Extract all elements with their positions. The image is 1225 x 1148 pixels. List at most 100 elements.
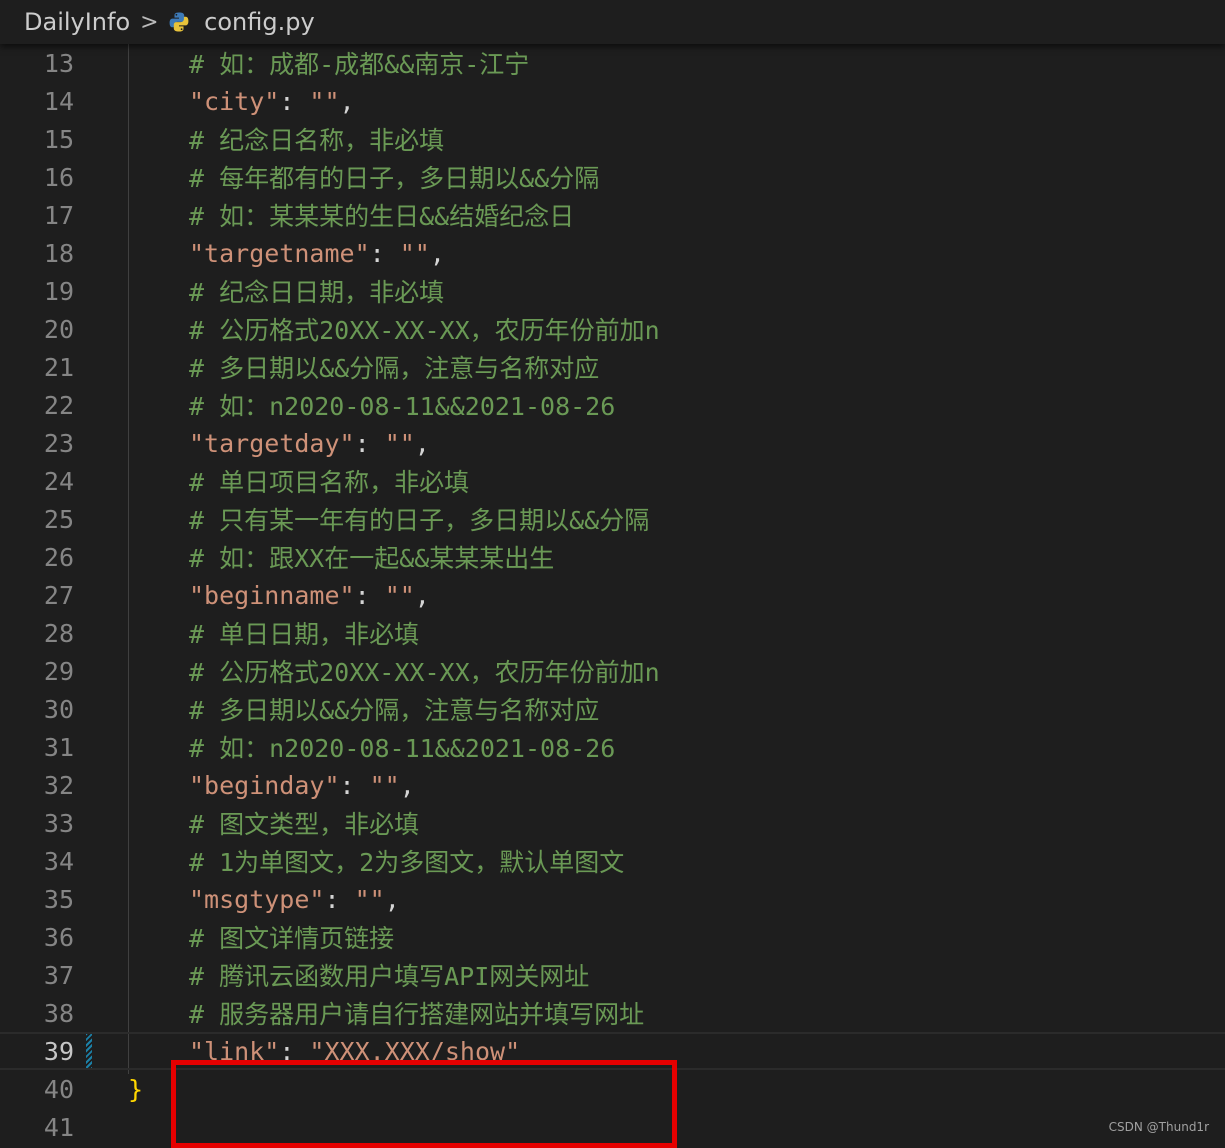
code-line[interactable]: 17 # 如：某某某的生日&&结婚纪念日: [0, 196, 1225, 234]
breadcrumb-file[interactable]: config.py: [204, 8, 315, 36]
code-content: # 公历格式20XX-XX-XX，农历年份前加n: [189, 653, 660, 689]
code-content: # 多日期以&&分隔，注意与名称对应: [189, 349, 599, 385]
code-line[interactable]: 32 "beginday": "",: [0, 766, 1225, 804]
line-number: 40: [43, 1074, 74, 1104]
dict-key: "beginday": [189, 770, 340, 800]
code-line[interactable]: 33 # 图文类型，非必填: [0, 804, 1225, 842]
code-line[interactable]: 29 # 公历格式20XX-XX-XX，农历年份前加n: [0, 652, 1225, 690]
code-line[interactable]: 25 # 只有某一年有的日子，多日期以&&分隔: [0, 500, 1225, 538]
code-line[interactable]: 14 "city": "",: [0, 82, 1225, 120]
code-content: "beginname": "",: [189, 581, 430, 610]
dict-value: "": [354, 884, 385, 914]
code-line[interactable]: 36 # 图文详情页链接: [0, 918, 1225, 956]
line-number: 39: [43, 1036, 74, 1066]
code-comment: # 纪念日日期，非必填: [189, 278, 445, 307]
code-line[interactable]: 19 # 纪念日日期，非必填: [0, 272, 1225, 310]
code-content: # 腾讯云函数用户填写API网关网址: [189, 957, 589, 993]
line-number: 36: [43, 922, 74, 952]
line-number: 21: [43, 352, 74, 382]
colon: :: [339, 770, 370, 800]
colon: :: [354, 580, 385, 610]
trailing-comma: ,: [414, 428, 430, 458]
code-comment: # 每年都有的日子，多日期以&&分隔: [189, 164, 600, 193]
line-number: 35: [43, 884, 74, 914]
colon: :: [324, 884, 355, 914]
code-content: # 如：跟XX在一起&&某某某出生: [189, 539, 554, 575]
line-number: 41: [43, 1112, 74, 1142]
code-line[interactable]: 38 # 服务器用户请自行搭建网站并填写网址: [0, 994, 1225, 1032]
code-content: # 如：n2020-08-11&&2021-08-26: [189, 387, 615, 423]
code-comment: # 单日日期，非必填: [189, 620, 420, 649]
line-number: 14: [43, 86, 74, 116]
code-line[interactable]: 26 # 如：跟XX在一起&&某某某出生: [0, 538, 1225, 576]
trailing-comma: ,: [339, 86, 355, 116]
code-content: }: [128, 1075, 143, 1104]
code-content: # 1为单图文，2为多图文，默认单图文: [189, 843, 624, 879]
dict-value: "": [399, 238, 430, 268]
line-number: 22: [43, 390, 74, 420]
line-number: 20: [43, 314, 74, 344]
code-comment: # 多日期以&&分隔，注意与名称对应: [189, 696, 600, 725]
code-content: # 如：某某某的生日&&结婚纪念日: [189, 197, 574, 233]
dict-key: "city": [189, 86, 280, 116]
code-comment: # 图文详情页链接: [189, 924, 395, 953]
code-content: "msgtype": "",: [189, 885, 400, 914]
code-comment: # 纪念日名称，非必填: [189, 126, 445, 155]
code-line[interactable]: 20 # 公历格式20XX-XX-XX，农历年份前加n: [0, 310, 1225, 348]
line-number: 37: [43, 960, 74, 990]
code-line[interactable]: 21 # 多日期以&&分隔，注意与名称对应: [0, 348, 1225, 386]
code-line[interactable]: 16 # 每年都有的日子，多日期以&&分隔: [0, 158, 1225, 196]
line-number: 29: [43, 656, 74, 686]
code-line[interactable]: 24 # 单日项目名称，非必填: [0, 462, 1225, 500]
dict-value: "": [384, 580, 415, 610]
code-editor[interactable]: 13 # 如：成都-成都&&南京-江宁 14 "city": "", 15 # 纪念日名称…: [0, 44, 1225, 1148]
code-line[interactable]: 27 "beginname": "",: [0, 576, 1225, 614]
trailing-comma: ,: [399, 770, 415, 800]
chevron-right-icon: >: [140, 9, 159, 35]
dict-key: "msgtype": [189, 884, 325, 914]
code-comment: # 腾讯云函数用户填写API网关网址: [189, 962, 590, 991]
code-content: # 如：n2020-08-11&&2021-08-26: [189, 729, 615, 765]
line-number: 27: [43, 580, 74, 610]
trailing-comma: ,: [414, 580, 430, 610]
code-content: # 单日项目名称，非必填: [189, 463, 469, 499]
line-number: 23: [43, 428, 74, 458]
dict-key: "targetday": [189, 428, 355, 458]
line-number: 17: [43, 200, 74, 230]
dict-value: "": [369, 770, 400, 800]
code-line[interactable]: 34 # 1为单图文，2为多图文，默认单图文: [0, 842, 1225, 880]
breadcrumb-folder[interactable]: DailyInfo: [24, 8, 130, 36]
code-line[interactable]: 13 # 如：成都-成都&&南京-江宁: [0, 44, 1225, 82]
code-content: "targetname": "",: [189, 239, 445, 268]
code-line[interactable]: 37 # 腾讯云函数用户填写API网关网址: [0, 956, 1225, 994]
code-comment: # 公历格式20XX-XX-XX，农历年份前加n: [189, 316, 660, 345]
code-comment: # 如：成都-成都&&南京-江宁: [189, 50, 530, 79]
code-comment: # 公历格式20XX-XX-XX，农历年份前加n: [189, 658, 660, 687]
code-line[interactable]: 22 # 如：n2020-08-11&&2021-08-26: [0, 386, 1225, 424]
code-content: # 单日日期，非必填: [189, 615, 419, 651]
line-number: 19: [43, 276, 74, 306]
code-line[interactable]: 35 "msgtype": "",: [0, 880, 1225, 918]
code-content: # 只有某一年有的日子，多日期以&&分隔: [189, 501, 649, 537]
code-comment: # 只有某一年有的日子，多日期以&&分隔: [189, 506, 650, 535]
line-number: 38: [43, 998, 74, 1028]
code-line[interactable]: 15 # 纪念日名称，非必填: [0, 120, 1225, 158]
closing-brace: }: [128, 1074, 144, 1104]
code-content: "beginday": "",: [189, 771, 415, 800]
line-number: 34: [43, 846, 74, 876]
line-number: 28: [43, 618, 74, 648]
code-line[interactable]: 23 "targetday": "",: [0, 424, 1225, 462]
code-line[interactable]: 18 "targetname": "",: [0, 234, 1225, 272]
code-comment: # 单日项目名称，非必填: [189, 468, 470, 497]
dict-value: "": [384, 428, 415, 458]
breadcrumb: DailyInfo > config.py: [0, 0, 1225, 44]
code-comment: # 服务器用户请自行搭建网站并填写网址: [189, 1000, 645, 1029]
code-line[interactable]: 28 # 单日日期，非必填: [0, 614, 1225, 652]
dict-key: "beginname": [189, 580, 355, 610]
code-line[interactable]: 31 # 如：n2020-08-11&&2021-08-26: [0, 728, 1225, 766]
colon: :: [279, 86, 310, 116]
code-content: # 多日期以&&分隔，注意与名称对应: [189, 691, 599, 727]
code-content: # 图文详情页链接: [189, 919, 394, 955]
annotation-highlight-box: [171, 1060, 677, 1148]
code-line[interactable]: 30 # 多日期以&&分隔，注意与名称对应: [0, 690, 1225, 728]
